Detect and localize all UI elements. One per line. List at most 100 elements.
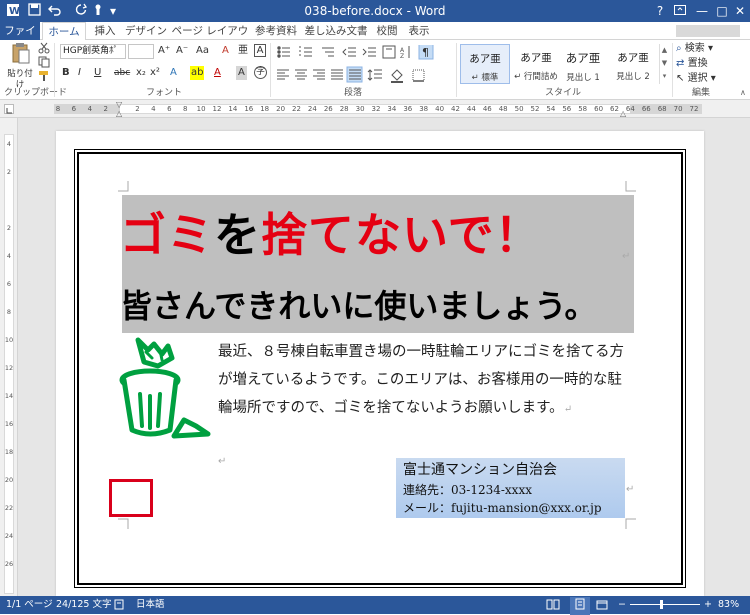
style-heading-2[interactable]: あア亜 見出し 2 bbox=[608, 44, 658, 84]
ruler-tick-label: 16 bbox=[244, 105, 254, 113]
decrease-indent-icon[interactable] bbox=[342, 47, 356, 57]
ruler-tick-label: 36 bbox=[403, 105, 413, 113]
page-count[interactable]: 1/1 ページ bbox=[6, 599, 53, 611]
styles-scroll[interactable]: ▲ ▼ ▾ bbox=[659, 44, 669, 84]
bullets-icon[interactable] bbox=[277, 46, 290, 58]
italic-button[interactable]: I bbox=[78, 66, 81, 80]
trash-can-icon[interactable] bbox=[118, 336, 212, 442]
zoom-in-button[interactable]: + bbox=[704, 599, 712, 611]
contact-box[interactable]: 富士通マンション自治会 連絡先：03-1234-xxxx メール：fujitu-… bbox=[396, 458, 625, 518]
language[interactable]: 日本語 bbox=[136, 599, 165, 611]
ruler-tick-label: 48 bbox=[498, 105, 508, 113]
ribbon: 貼り付け クリップボード HGP創英角ﾎﾟ A⁺ A⁻ Aa A 亜 A B I… bbox=[0, 40, 750, 100]
replace-button[interactable]: ⇄ 置換 bbox=[676, 57, 746, 71]
red-rectangle-shape[interactable] bbox=[109, 479, 153, 517]
superscript-button[interactable]: x² bbox=[150, 66, 160, 80]
ruler-tick-label: 20 bbox=[276, 105, 286, 113]
style-no-spacing[interactable]: あア亜 ↵ 行間詰め bbox=[511, 44, 561, 84]
print-layout-icon[interactable] bbox=[570, 597, 590, 615]
tab-selector[interactable] bbox=[4, 104, 14, 114]
ribbon-display-icon[interactable] bbox=[668, 2, 692, 20]
numbering-icon[interactable] bbox=[299, 46, 312, 57]
style-sample: あア亜 bbox=[617, 52, 649, 64]
font-color-button[interactable]: A bbox=[214, 66, 221, 80]
clipboard-icon bbox=[12, 43, 30, 64]
strikethrough-button[interactable]: abc bbox=[114, 66, 130, 80]
character-border-button[interactable]: A bbox=[254, 44, 266, 57]
proofing-icon[interactable] bbox=[114, 599, 124, 614]
select-button[interactable]: ↖ 選択 ▾ bbox=[676, 72, 746, 86]
tab-references[interactable]: 参考資料 bbox=[252, 22, 300, 40]
underline-button[interactable]: U bbox=[94, 66, 101, 80]
tab-view[interactable]: 表示 bbox=[404, 22, 434, 40]
indent-marker-icon[interactable]: ▽ △ bbox=[116, 100, 122, 118]
close-button[interactable]: ✕ bbox=[728, 2, 750, 20]
shading-icon[interactable] bbox=[391, 69, 403, 83]
justify-icon[interactable] bbox=[331, 69, 343, 80]
headline[interactable]: ゴミを捨てないで！ bbox=[120, 207, 542, 263]
sort-icon[interactable]: AZ bbox=[400, 46, 410, 60]
distributed-icon[interactable] bbox=[346, 66, 363, 83]
headline-run: ゴミ bbox=[120, 208, 214, 262]
line-spacing-icon[interactable] bbox=[367, 69, 382, 81]
clear-formatting-button[interactable]: A bbox=[222, 44, 229, 58]
text-effects-button[interactable]: A bbox=[170, 66, 177, 80]
font-name-combo[interactable]: HGP創英角ﾎﾟ bbox=[60, 44, 126, 59]
ruler-tick-label: 14 bbox=[228, 105, 238, 113]
find-button[interactable]: ⌕ 検索 ▾ bbox=[676, 42, 746, 56]
subheading[interactable]: 皆さんできれいに使いましょう。 bbox=[120, 284, 596, 328]
right-indent-icon[interactable]: △ bbox=[620, 109, 626, 118]
font-group-label: フォント bbox=[146, 88, 183, 98]
tab-stop-icon bbox=[6, 108, 12, 114]
word-count[interactable]: 24/125 文字 bbox=[56, 599, 111, 611]
tab-page-layout[interactable]: ページ レイアウト bbox=[170, 22, 250, 55]
align-left-icon[interactable] bbox=[277, 69, 289, 80]
tab-review[interactable]: 校閲 bbox=[372, 22, 402, 40]
tab-home[interactable]: ホーム bbox=[42, 22, 86, 41]
account-area[interactable] bbox=[676, 25, 740, 37]
ruler-tick-label: 26 bbox=[323, 105, 333, 113]
tab-mailings[interactable]: 差し込み文書 bbox=[302, 22, 370, 40]
body-paragraph[interactable]: 最近、８号棟自転車置き場の一時駐輪エリアにゴミを捨てる方が増えているようです。こ… bbox=[218, 338, 630, 424]
ruler-tick-label: 4 bbox=[6, 140, 12, 148]
paste-button[interactable]: 貼り付け bbox=[6, 42, 34, 91]
web-layout-icon[interactable] bbox=[596, 599, 608, 615]
ruler-tick-label: 14 bbox=[4, 392, 14, 400]
zoom-slider[interactable] bbox=[630, 604, 700, 605]
read-mode-icon[interactable] bbox=[546, 599, 560, 614]
tab-file[interactable]: ファイル bbox=[0, 22, 40, 55]
tab-design[interactable]: デザイン bbox=[124, 22, 168, 40]
tab-insert[interactable]: 挿入 bbox=[88, 22, 122, 40]
align-center-icon[interactable] bbox=[295, 69, 307, 80]
ruler-tick-label: 32 bbox=[371, 105, 381, 113]
highlight-button[interactable]: ab bbox=[190, 66, 205, 80]
cursor-icon: ↖ bbox=[676, 73, 685, 84]
collapse-ribbon-icon[interactable]: ∧ bbox=[740, 88, 746, 97]
ruler-tick-label: 8 bbox=[182, 105, 188, 113]
multilevel-list-icon[interactable] bbox=[322, 47, 334, 57]
style-name: ↵ 行間詰め bbox=[514, 72, 558, 82]
font-size-combo[interactable] bbox=[128, 44, 154, 59]
style-heading-1[interactable]: あア亜 見出し 1 bbox=[558, 44, 608, 84]
change-case-button[interactable]: Aa bbox=[196, 44, 209, 58]
zoom-slider-thumb[interactable] bbox=[660, 600, 663, 609]
zoom-level[interactable]: 83% bbox=[718, 599, 739, 611]
align-right-icon[interactable] bbox=[313, 69, 325, 80]
ruler-tick-label: 12 bbox=[4, 364, 14, 372]
increase-indent-icon[interactable] bbox=[362, 47, 376, 57]
phonetic-guide-button[interactable]: 亜 bbox=[238, 44, 248, 58]
character-shading-button[interactable]: A bbox=[236, 66, 247, 80]
asian-layout-icon[interactable] bbox=[382, 45, 396, 59]
subscript-button[interactable]: x₂ bbox=[136, 66, 146, 80]
vertical-ruler[interactable]: 4 2 2 4 6 8 10 12 14 16 18 20 22 24 26 bbox=[0, 118, 18, 596]
horizontal-ruler[interactable]: 8 6 4 2 2 4 6 8 10 12 14 16 18 20 22 24 26 28 30 32 34 36 38 40… bbox=[0, 100, 750, 118]
shrink-font-button[interactable]: A⁻ bbox=[176, 44, 188, 58]
ruler-tick-label: 70 bbox=[673, 105, 683, 113]
zoom-out-button[interactable]: − bbox=[618, 599, 626, 611]
borders-icon[interactable] bbox=[412, 69, 425, 82]
enclose-characters-button[interactable]: 字 bbox=[254, 66, 267, 79]
bold-button[interactable]: B bbox=[62, 66, 70, 80]
show-marks-icon[interactable]: ¶ bbox=[418, 43, 434, 60]
grow-font-button[interactable]: A⁺ bbox=[158, 44, 170, 58]
style-normal[interactable]: あア亜 ↵ 標準 bbox=[460, 44, 510, 84]
